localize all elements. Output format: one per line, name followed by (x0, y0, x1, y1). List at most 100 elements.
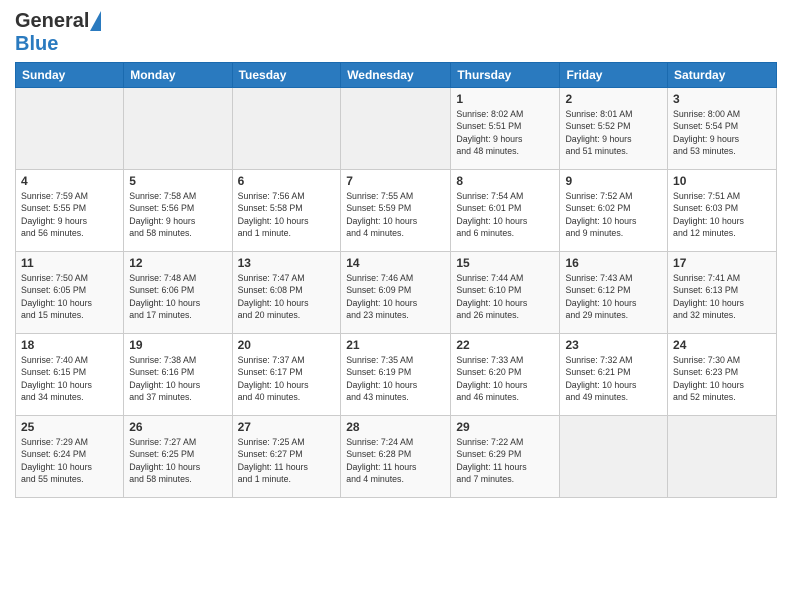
weekday-header-wednesday: Wednesday (341, 63, 451, 88)
calendar-cell: 4 Sunrise: 7:59 AM Sunset: 5:55 PM Daylig… (16, 170, 124, 252)
day-number: 27 (238, 420, 336, 434)
day-info: Sunrise: 8:00 AM Sunset: 5:54 PM Dayligh… (673, 108, 771, 157)
logo-blue: Blue (15, 33, 58, 56)
day-number: 10 (673, 174, 771, 188)
calendar-cell: 1 Sunrise: 8:02 AM Sunset: 5:51 PM Daylig… (451, 88, 560, 170)
calendar-cell: 20 Sunrise: 7:37 AM Sunset: 6:17 PM Dayli… (232, 334, 341, 416)
day-number: 15 (456, 256, 554, 270)
calendar-cell: 11 Sunrise: 7:50 AM Sunset: 6:05 PM Dayli… (16, 252, 124, 334)
calendar-cell: 29 Sunrise: 7:22 AM Sunset: 6:29 PM Dayli… (451, 416, 560, 498)
day-info: Sunrise: 7:24 AM Sunset: 6:28 PM Dayligh… (346, 436, 445, 485)
day-info: Sunrise: 8:01 AM Sunset: 5:52 PM Dayligh… (565, 108, 662, 157)
day-number: 19 (129, 338, 226, 352)
day-info: Sunrise: 7:30 AM Sunset: 6:23 PM Dayligh… (673, 354, 771, 403)
day-info: Sunrise: 7:46 AM Sunset: 6:09 PM Dayligh… (346, 272, 445, 321)
day-info: Sunrise: 8:02 AM Sunset: 5:51 PM Dayligh… (456, 108, 554, 157)
day-info: Sunrise: 7:47 AM Sunset: 6:08 PM Dayligh… (238, 272, 336, 321)
day-info: Sunrise: 7:35 AM Sunset: 6:19 PM Dayligh… (346, 354, 445, 403)
day-info: Sunrise: 7:32 AM Sunset: 6:21 PM Dayligh… (565, 354, 662, 403)
day-number: 28 (346, 420, 445, 434)
day-info: Sunrise: 7:44 AM Sunset: 6:10 PM Dayligh… (456, 272, 554, 321)
week-row-5: 25Sunrise: 7:29 AM Sunset: 6:24 PM Dayli… (16, 416, 777, 498)
calendar-cell: 17 Sunrise: 7:41 AM Sunset: 6:13 PM Dayli… (668, 252, 777, 334)
day-info: Sunrise: 7:40 AM Sunset: 6:15 PM Dayligh… (21, 354, 118, 403)
day-number: 3 (673, 92, 771, 106)
calendar-cell: 21 Sunrise: 7:35 AM Sunset: 6:19 PM Dayli… (341, 334, 451, 416)
day-number: 9 (565, 174, 662, 188)
calendar-cell: 14 Sunrise: 7:46 AM Sunset: 6:09 PM Dayli… (341, 252, 451, 334)
calendar-cell: 6 Sunrise: 7:56 AM Sunset: 5:58 PM Daylig… (232, 170, 341, 252)
day-number: 14 (346, 256, 445, 270)
calendar-cell (668, 416, 777, 498)
calendar-cell: 24 Sunrise: 7:30 AM Sunset: 6:23 PM Dayli… (668, 334, 777, 416)
day-number: 1 (456, 92, 554, 106)
calendar-cell: 16 Sunrise: 7:43 AM Sunset: 6:12 PM Dayli… (560, 252, 668, 334)
weekday-header-sunday: Sunday (16, 63, 124, 88)
weekday-header-monday: Monday (124, 63, 232, 88)
day-info: Sunrise: 7:43 AM Sunset: 6:12 PM Dayligh… (565, 272, 662, 321)
day-number: 25 (21, 420, 118, 434)
day-number: 29 (456, 420, 554, 434)
logo-general: General (15, 10, 89, 33)
calendar-cell: 10 Sunrise: 7:51 AM Sunset: 6:03 PM Dayli… (668, 170, 777, 252)
calendar-table: SundayMondayTuesdayWednesdayThursdayFrid… (15, 62, 777, 498)
day-number: 20 (238, 338, 336, 352)
calendar-cell: 8Sunrise: 7:54 AM Sunset: 6:01 PM Daylig… (451, 170, 560, 252)
day-number: 18 (21, 338, 118, 352)
calendar-cell: 25Sunrise: 7:29 AM Sunset: 6:24 PM Dayli… (16, 416, 124, 498)
day-info: Sunrise: 7:38 AM Sunset: 6:16 PM Dayligh… (129, 354, 226, 403)
day-info: Sunrise: 7:56 AM Sunset: 5:58 PM Dayligh… (238, 190, 336, 239)
week-row-4: 18 Sunrise: 7:40 AM Sunset: 6:15 PM Dayli… (16, 334, 777, 416)
week-row-2: 4 Sunrise: 7:59 AM Sunset: 5:55 PM Daylig… (16, 170, 777, 252)
day-info: Sunrise: 7:52 AM Sunset: 6:02 PM Dayligh… (565, 190, 662, 239)
weekday-header-tuesday: Tuesday (232, 63, 341, 88)
calendar-cell (560, 416, 668, 498)
calendar-cell: 22Sunrise: 7:33 AM Sunset: 6:20 PM Dayli… (451, 334, 560, 416)
weekday-header-row: SundayMondayTuesdayWednesdayThursdayFrid… (16, 63, 777, 88)
calendar-cell: 9 Sunrise: 7:52 AM Sunset: 6:02 PM Daylig… (560, 170, 668, 252)
calendar-cell: 13 Sunrise: 7:47 AM Sunset: 6:08 PM Dayli… (232, 252, 341, 334)
day-info: Sunrise: 7:59 AM Sunset: 5:55 PM Dayligh… (21, 190, 118, 239)
day-info: Sunrise: 7:55 AM Sunset: 5:59 PM Dayligh… (346, 190, 445, 239)
day-info: Sunrise: 7:25 AM Sunset: 6:27 PM Dayligh… (238, 436, 336, 485)
calendar-cell: 15 Sunrise: 7:44 AM Sunset: 6:10 PM Dayli… (451, 252, 560, 334)
header: General Blue (15, 10, 777, 56)
day-number: 13 (238, 256, 336, 270)
day-number: 24 (673, 338, 771, 352)
day-number: 11 (21, 256, 118, 270)
day-number: 6 (238, 174, 336, 188)
day-number: 8 (456, 174, 554, 188)
day-number: 5 (129, 174, 226, 188)
day-number: 16 (565, 256, 662, 270)
page: General Blue SundayMondayTuesdayWednesda… (0, 0, 792, 612)
day-number: 12 (129, 256, 226, 270)
day-info: Sunrise: 7:41 AM Sunset: 6:13 PM Dayligh… (673, 272, 771, 321)
day-info: Sunrise: 7:51 AM Sunset: 6:03 PM Dayligh… (673, 190, 771, 239)
week-row-1: 1 Sunrise: 8:02 AM Sunset: 5:51 PM Daylig… (16, 88, 777, 170)
calendar-cell: 18 Sunrise: 7:40 AM Sunset: 6:15 PM Dayli… (16, 334, 124, 416)
calendar-cell (232, 88, 341, 170)
calendar-cell: 7 Sunrise: 7:55 AM Sunset: 5:59 PM Daylig… (341, 170, 451, 252)
day-info: Sunrise: 7:22 AM Sunset: 6:29 PM Dayligh… (456, 436, 554, 485)
day-number: 22 (456, 338, 554, 352)
calendar-cell: 3 Sunrise: 8:00 AM Sunset: 5:54 PM Daylig… (668, 88, 777, 170)
day-number: 7 (346, 174, 445, 188)
logo: General Blue (15, 10, 101, 56)
day-info: Sunrise: 7:50 AM Sunset: 6:05 PM Dayligh… (21, 272, 118, 321)
day-number: 26 (129, 420, 226, 434)
day-number: 4 (21, 174, 118, 188)
day-info: Sunrise: 7:37 AM Sunset: 6:17 PM Dayligh… (238, 354, 336, 403)
calendar-cell: 19 Sunrise: 7:38 AM Sunset: 6:16 PM Dayli… (124, 334, 232, 416)
calendar-cell: 28 Sunrise: 7:24 AM Sunset: 6:28 PM Dayli… (341, 416, 451, 498)
weekday-header-friday: Friday (560, 63, 668, 88)
logo-triangle-icon (90, 11, 101, 31)
day-number: 21 (346, 338, 445, 352)
calendar-cell: 26Sunrise: 7:27 AM Sunset: 6:25 PM Dayli… (124, 416, 232, 498)
weekday-header-thursday: Thursday (451, 63, 560, 88)
calendar-cell: 23Sunrise: 7:32 AM Sunset: 6:21 PM Dayli… (560, 334, 668, 416)
day-number: 2 (565, 92, 662, 106)
calendar-cell: 27 Sunrise: 7:25 AM Sunset: 6:27 PM Dayli… (232, 416, 341, 498)
calendar-cell (16, 88, 124, 170)
day-number: 17 (673, 256, 771, 270)
calendar-cell: 12Sunrise: 7:48 AM Sunset: 6:06 PM Dayli… (124, 252, 232, 334)
